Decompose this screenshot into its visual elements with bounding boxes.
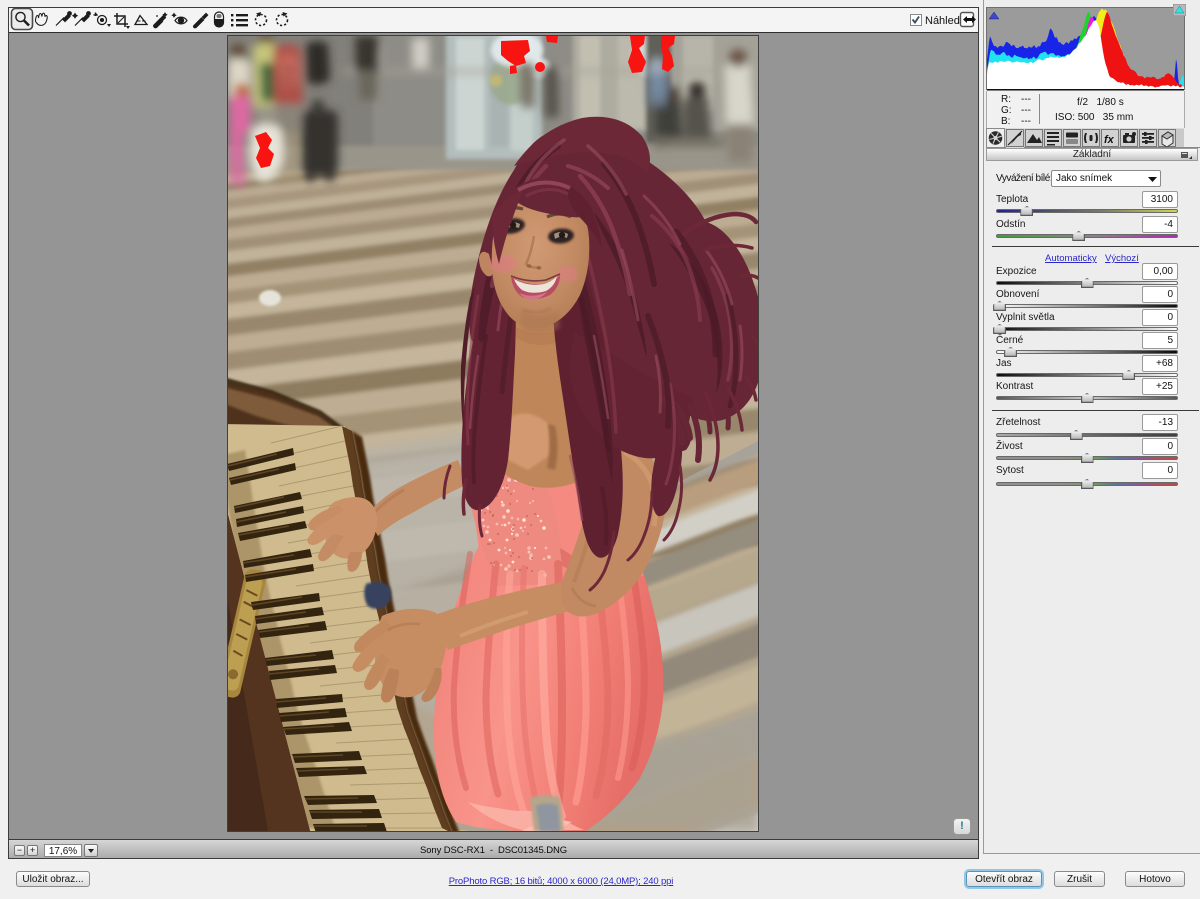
svg-text:fx: fx [1104,134,1115,146]
svg-text:Náhled: Náhled [925,15,960,27]
